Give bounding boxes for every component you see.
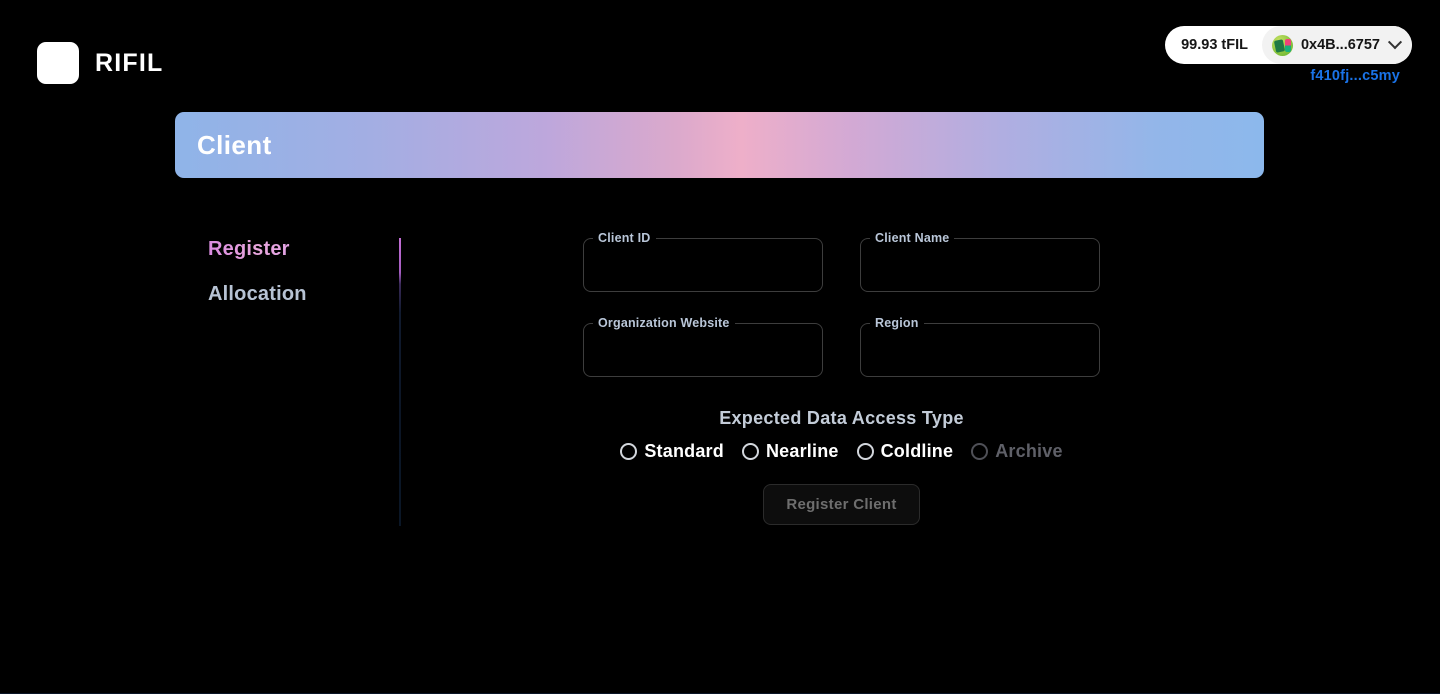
sidebar-nav: Register Allocation — [208, 238, 307, 306]
brand-name: RIFIL — [95, 48, 164, 77]
client-register-form: Client ID Client Name Organization Websi… — [583, 231, 1100, 525]
organization-website-input[interactable] — [583, 323, 823, 377]
wallet-fil-address[interactable]: f410fj...c5my — [1310, 68, 1412, 84]
radio-circle-icon[interactable] — [620, 443, 638, 460]
radio-circle-icon[interactable] — [741, 443, 759, 460]
radio-option-standard[interactable]: Standard — [611, 441, 733, 462]
radio-option-archive: Archive — [962, 441, 1071, 462]
submit-row: Register Client — [583, 484, 1100, 525]
region-input[interactable] — [860, 323, 1100, 377]
client-id-input[interactable] — [583, 238, 823, 292]
page-banner: Client — [175, 112, 1264, 178]
brand: RIFIL — [37, 42, 164, 84]
field-organization-website: Organization Website — [583, 316, 823, 377]
jazzicon-avatar-icon — [1271, 34, 1293, 56]
app-logo-square-icon — [37, 42, 79, 84]
field-region: Region — [860, 316, 1100, 377]
access-type-heading: Expected Data Access Type — [719, 408, 964, 428]
radio-option-nearline[interactable]: Nearline — [733, 441, 848, 462]
radio-label-coldline: Coldline — [880, 441, 954, 461]
sidebar-item-allocation[interactable]: Allocation — [208, 283, 307, 306]
wallet-balance: 99.93 tFIL — [1181, 37, 1248, 53]
access-type-radio-group: Standard Nearline Coldline Archive — [583, 441, 1100, 462]
wallet-chip[interactable]: 99.93 tFIL 0x4B...6757 — [1165, 26, 1412, 64]
radio-option-coldline[interactable]: Coldline — [848, 441, 963, 462]
wallet-area: 99.93 tFIL 0x4B...6757 f410fj...c5my — [1165, 26, 1412, 84]
chevron-down-icon[interactable] — [1387, 35, 1403, 50]
wallet-address: 0x4B...6757 — [1300, 37, 1380, 53]
radio-label-archive: Archive — [995, 441, 1063, 461]
top-bar: RIFIL 99.93 tFIL 0x4B...6757 f410fj...c5… — [0, 0, 1440, 104]
wallet-account-button[interactable]: 0x4B...6757 — [1261, 26, 1412, 64]
field-client-id: Client ID — [583, 231, 823, 292]
radio-label-nearline: Nearline — [765, 441, 839, 461]
sidebar-item-register[interactable]: Register — [208, 238, 307, 261]
field-client-name: Client Name — [860, 231, 1100, 292]
field-row-1: Client ID Client Name — [583, 231, 1100, 292]
radio-circle-icon — [971, 443, 989, 460]
field-row-2: Organization Website Region — [583, 316, 1100, 377]
radio-label-standard: Standard — [644, 441, 724, 461]
vertical-divider — [399, 238, 401, 526]
radio-circle-icon[interactable] — [856, 443, 874, 460]
register-client-button[interactable]: Register Client — [763, 484, 920, 525]
client-name-input[interactable] — [860, 238, 1100, 292]
page-title: Client — [197, 129, 272, 160]
